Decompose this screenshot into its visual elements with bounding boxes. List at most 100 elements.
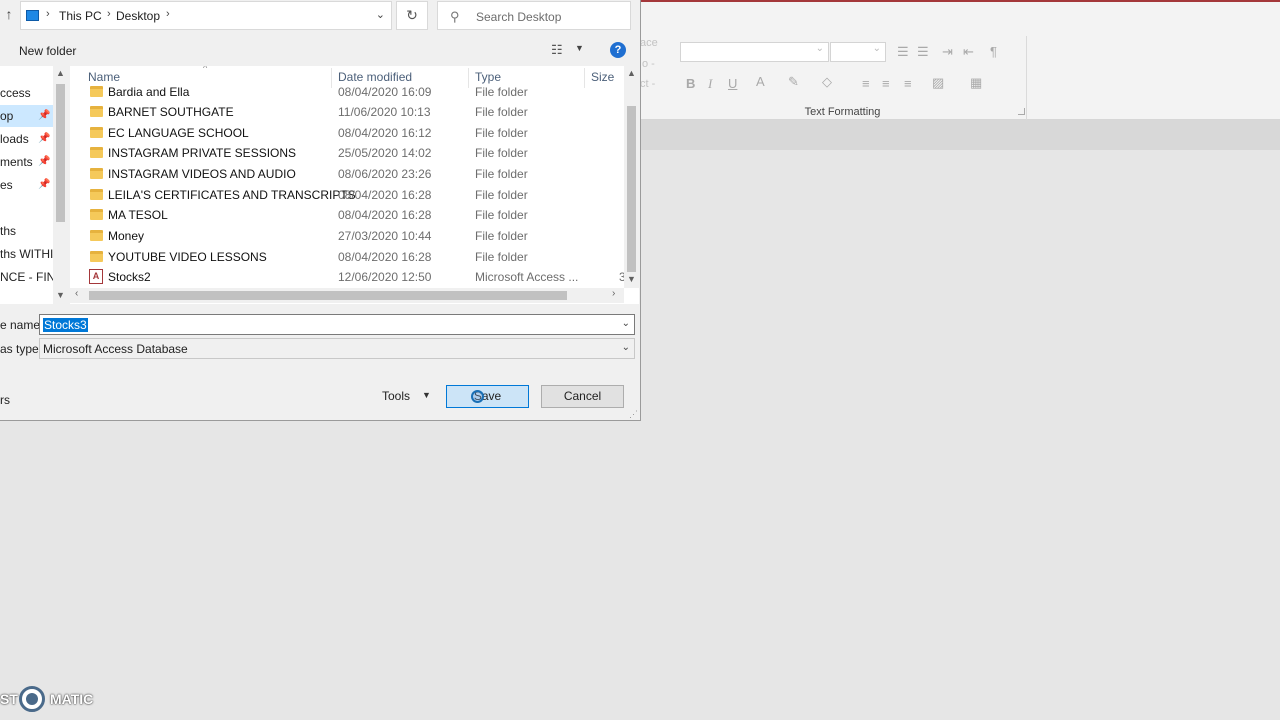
resize-grip-icon[interactable]: ⋰	[629, 409, 638, 420]
cancel-button[interactable]: Cancel	[541, 385, 624, 408]
folder-icon	[90, 127, 103, 138]
increase-indent-icon[interactable]: ⇥	[942, 44, 953, 60]
align-center-icon[interactable]: ≡	[882, 76, 890, 92]
hide-folders-toggle[interactable]: rs	[0, 393, 10, 407]
save-button[interactable]: Save	[446, 385, 529, 408]
view-options-icon[interactable]: ☷	[551, 42, 563, 58]
folder-icon	[90, 86, 103, 97]
save-type-label: as type:	[0, 342, 43, 356]
scroll-thumb[interactable]	[56, 84, 65, 222]
italic-icon[interactable]: I	[708, 76, 712, 92]
up-arrow-icon[interactable]: ↑	[2, 6, 16, 26]
nav-item-documents[interactable]: ments 📌	[0, 151, 53, 173]
file-list: ^ Name Date modified Type Size Bardia an…	[70, 66, 639, 304]
align-right-icon[interactable]: ≡	[904, 76, 912, 92]
breadcrumb-desktop[interactable]: Desktop	[116, 9, 160, 23]
file-type: File folder	[475, 229, 528, 243]
nav-item[interactable]: ths WITHIN	[0, 243, 53, 265]
alternate-row-color-icon[interactable]: ▨	[932, 75, 944, 91]
file-row[interactable]: YOUTUBE VIDEO LESSONS 08/04/2020 16:28 F…	[88, 247, 623, 267]
chevron-right-icon[interactable]: ›	[166, 8, 170, 20]
chevron-down-icon[interactable]: ⌄	[622, 318, 630, 329]
underline-icon[interactable]: U	[728, 76, 737, 92]
file-list-horizontal-scrollbar[interactable]: ‹ ›	[70, 288, 624, 303]
file-row[interactable]: A Stocks2 12/06/2020 12:50 Microsoft Acc…	[88, 267, 626, 287]
nav-item[interactable]: ths	[0, 220, 53, 242]
refresh-button[interactable]: ↻	[396, 1, 428, 30]
nav-item-pictures[interactable]: es 📌	[0, 174, 53, 196]
scroll-down-icon[interactable]: ▼	[56, 290, 65, 300]
tools-button[interactable]: Tools	[382, 389, 410, 403]
numbering-icon[interactable]: ☰	[917, 44, 929, 60]
file-row[interactable]: MA TESOL 08/04/2020 16:28 File folder	[88, 205, 623, 225]
file-name: Bardia and Ella	[108, 85, 190, 99]
scroll-thumb[interactable]	[627, 106, 636, 272]
sort-ascending-icon: ^	[203, 66, 208, 73]
file-date: 27/03/2020 10:44	[338, 229, 432, 243]
scroll-thumb[interactable]	[89, 291, 567, 300]
decrease-indent-icon[interactable]: ⇤	[963, 44, 974, 60]
file-row[interactable]: INSTAGRAM PRIVATE SESSIONS 25/05/2020 14…	[88, 143, 623, 163]
new-folder-button[interactable]: New folder	[19, 44, 76, 58]
highlight-icon[interactable]: ✎	[788, 74, 799, 90]
file-type: File folder	[475, 126, 528, 140]
file-name: Money	[108, 229, 145, 243]
view-dropdown-icon[interactable]: ▼	[575, 43, 584, 53]
scroll-right-icon[interactable]: ›	[612, 288, 615, 299]
font-size-combo[interactable]	[830, 42, 886, 62]
scroll-down-icon[interactable]: ▼	[627, 274, 636, 284]
chevron-right-icon[interactable]: ›	[46, 8, 50, 20]
watermark-text-right: MATIC	[50, 691, 94, 707]
file-name: Stocks2	[108, 270, 151, 284]
save-type-select[interactable]: Microsoft Access Database ⌄	[39, 338, 635, 359]
font-name-combo[interactable]	[680, 42, 829, 62]
chevron-down-icon[interactable]: ⌄	[622, 342, 630, 353]
save-as-dialog: ↑ › This PC › Desktop › ⌄ ↻ ⚲ Search Des…	[0, 0, 641, 421]
font-color-icon[interactable]: A	[756, 74, 765, 90]
file-list-vertical-scrollbar[interactable]: ▲ ▼	[624, 66, 639, 288]
file-row[interactable]: INSTAGRAM VIDEOS AND AUDIO 08/06/2020 23…	[88, 164, 623, 184]
nav-item-desktop[interactable]: op 📌	[0, 105, 53, 127]
file-name-input[interactable]: Stocks3 ⌄	[39, 314, 635, 335]
file-date: 11/06/2020 10:13	[338, 105, 431, 119]
nav-item[interactable]: NCE - FINA	[0, 266, 53, 288]
file-row[interactable]: Bardia and Ella 08/04/2020 16:09 File fo…	[88, 82, 623, 102]
search-input[interactable]: ⚲ Search Desktop	[437, 1, 631, 30]
tools-dropdown-icon[interactable]: ▼	[422, 390, 431, 400]
chevron-right-icon[interactable]: ›	[107, 8, 111, 20]
scroll-up-icon[interactable]: ▲	[627, 68, 636, 78]
gridlines-icon[interactable]: ▦	[970, 75, 982, 91]
file-row[interactable]: LEILA'S CERTIFICATES AND TRANSCRIPTS 08/…	[88, 185, 623, 205]
bold-icon[interactable]: B	[686, 76, 695, 92]
nav-scrollbar[interactable]: ▲ ▼	[53, 66, 68, 304]
nav-item[interactable]: ccess	[0, 82, 53, 104]
file-date: 08/04/2020 16:28	[338, 208, 432, 222]
paragraph-direction-icon[interactable]: ¶	[990, 44, 997, 60]
fill-color-icon[interactable]: ◇	[822, 74, 832, 90]
access-document-strip	[640, 120, 1280, 150]
address-bar[interactable]: › This PC › Desktop › ⌄	[20, 1, 392, 30]
folder-icon	[90, 168, 103, 179]
save-type-value: Microsoft Access Database	[43, 342, 188, 356]
file-type: File folder	[475, 208, 528, 222]
help-icon[interactable]: ?	[610, 42, 626, 58]
chevron-down-icon[interactable]: ⌄	[376, 8, 385, 21]
search-icon: ⚲	[450, 9, 460, 24]
align-left-icon[interactable]: ≡	[862, 76, 870, 92]
watermark-logo-icon	[19, 686, 45, 712]
breadcrumb-this-pc[interactable]: This PC	[59, 9, 102, 23]
dialog-launcher-icon[interactable]	[1018, 108, 1025, 115]
nav-item-label: ccess	[0, 86, 31, 100]
nav-item-downloads[interactable]: loads 📌	[0, 128, 53, 150]
scroll-left-icon[interactable]: ‹	[75, 288, 78, 299]
scroll-up-icon[interactable]: ▲	[56, 68, 65, 78]
file-date: 25/05/2020 14:02	[338, 146, 432, 160]
address-bar-row: ↑ › This PC › Desktop › ⌄ ↻ ⚲ Search Des…	[0, 0, 641, 32]
file-row[interactable]: BARNET SOUTHGATE 11/06/2020 10:13 File f…	[88, 102, 623, 122]
folder-icon	[90, 230, 103, 241]
file-date: 08/04/2020 16:09	[338, 85, 432, 99]
bullets-icon[interactable]: ☰	[897, 44, 909, 60]
folder-icon	[90, 189, 103, 200]
file-row[interactable]: Money 27/03/2020 10:44 File folder	[88, 226, 623, 246]
file-row[interactable]: EC LANGUAGE SCHOOL 08/04/2020 16:12 File…	[88, 123, 623, 143]
